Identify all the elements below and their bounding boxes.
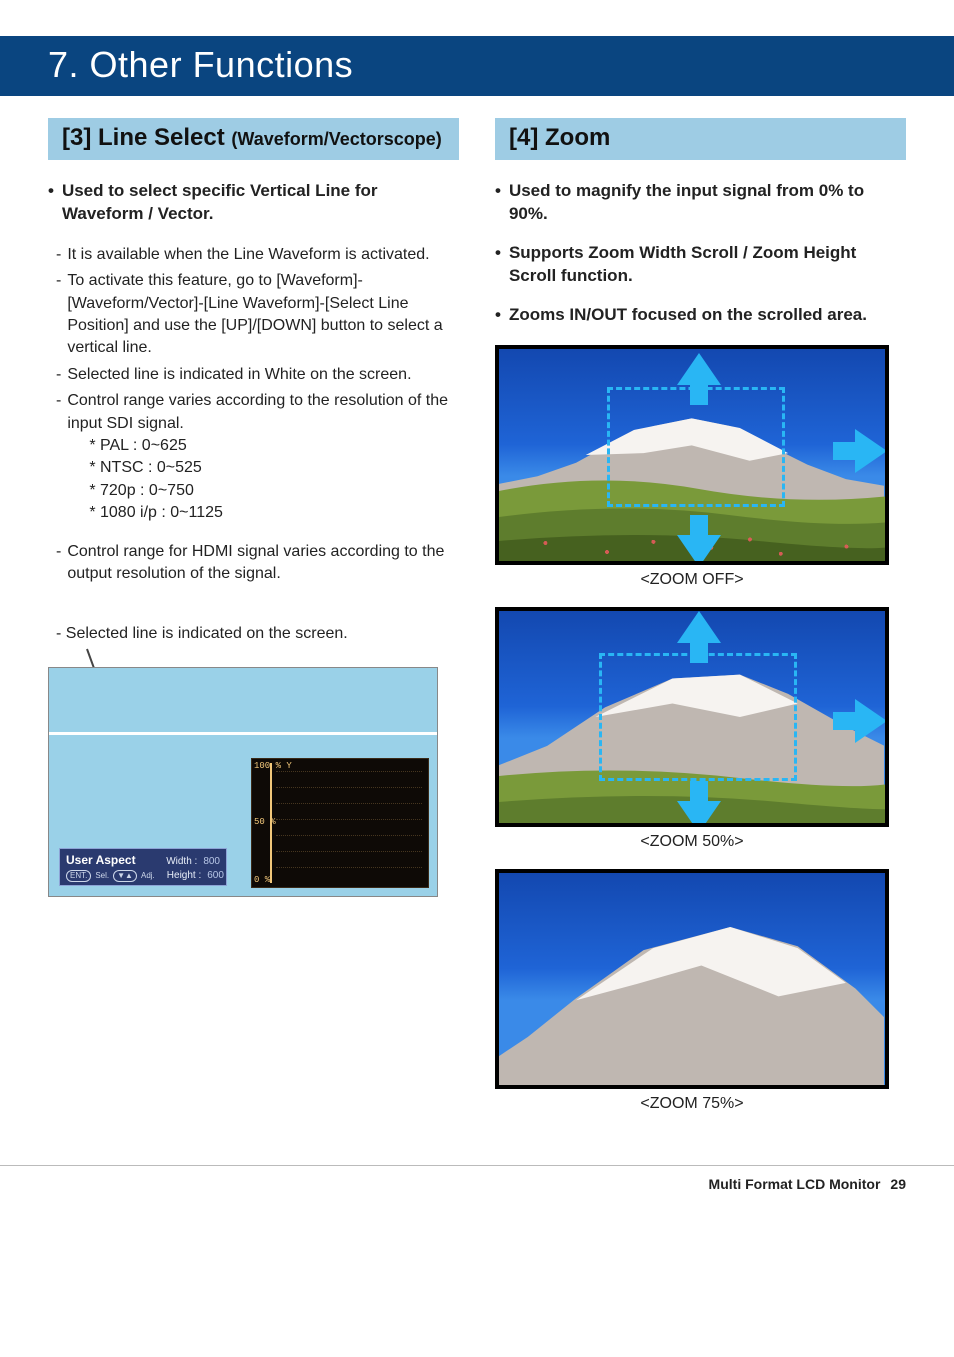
arrow-right-icon	[855, 429, 887, 473]
page: 7. Other Functions [3] Line Select (Wave…	[0, 0, 954, 1252]
zoom-region-box	[599, 653, 797, 781]
zoom-75-image	[495, 869, 889, 1089]
sublist-line-select: It is available when the Line Waveform i…	[56, 244, 459, 525]
arrows-pill: ▼▲	[113, 870, 137, 882]
subheading-line-select: [3] Line Select (Waveform/Vectorscope)	[48, 118, 459, 160]
arrow-up-icon	[677, 611, 721, 643]
arrow-down-icon	[677, 535, 721, 565]
footer-page-number: 29	[890, 1176, 906, 1192]
osd-title: User Aspect	[66, 853, 136, 869]
zoom-75-figure: <ZOOM 75%>	[495, 869, 889, 1125]
zoom-caption: <ZOOM 75%>	[495, 1089, 889, 1125]
waveform-overlay: 100 % Y 50 % 0 %	[251, 758, 429, 888]
zoom-off-figure: <ZOOM OFF>	[495, 345, 889, 601]
subheading-main: [3] Line Select	[62, 124, 225, 151]
osd-overlay: User Aspect Width : 800 ENT. Sel. ▼▲ Adj…	[59, 848, 227, 886]
sub-item: It is available when the Line Waveform i…	[67, 244, 429, 266]
column-left: [3] Line Select (Waveform/Vectorscope) U…	[48, 118, 459, 1131]
osd-height-label: Height :	[167, 869, 201, 882]
range-list: PAL : 0~625 NTSC : 0~525 720p : 0~750 10…	[67, 435, 459, 525]
hdmi-note-list: Control range for HDMI signal varies acc…	[56, 541, 459, 586]
range-item: 1080 i/p : 0~1125	[89, 502, 459, 524]
zoom-caption: <ZOOM OFF>	[495, 565, 889, 601]
footer-product: Multi Format LCD Monitor	[709, 1176, 881, 1192]
zoom-bullet: Supports Zoom Width Scroll / Zoom Height…	[509, 242, 902, 288]
zoom-caption: <ZOOM 50%>	[495, 827, 889, 863]
zoom-off-image	[495, 345, 889, 565]
adj-hint: Adj.	[141, 871, 155, 881]
column-right: [4] Zoom Used to magnify the input signa…	[495, 118, 906, 1131]
zoom-bullets: Used to magnify the input signal from 0%…	[495, 180, 906, 327]
zoom-50-figure: <ZOOM 50%>	[495, 607, 889, 863]
zoom-bullet: Zooms IN/OUT focused on the scrolled are…	[509, 304, 867, 327]
arrow-right-icon	[855, 699, 887, 743]
sub-item: Selected line is indicated in White on t…	[67, 364, 411, 386]
line-select-figure: 100 % Y 50 % 0 % User Aspect	[48, 649, 438, 897]
page-footer: Multi Format LCD Monitor 29	[0, 1166, 954, 1192]
range-item: PAL : 0~625	[89, 435, 459, 457]
lead-bullet-list: Used to select specific Vertical Line fo…	[48, 180, 459, 226]
wave-label-50: 50 %	[254, 817, 276, 827]
wave-label-100: 100 % Y	[254, 761, 292, 771]
sub-item: Control range varies according to the re…	[67, 392, 448, 431]
arrow-down-icon	[677, 801, 721, 827]
range-item: NTSC : 0~525	[89, 457, 459, 479]
ent-pill: ENT.	[66, 870, 91, 882]
subheading-zoom: [4] Zoom	[495, 118, 906, 160]
osd-width-label: Width :	[166, 855, 197, 868]
chapter-title: 7. Other Functions	[0, 44, 954, 86]
lead-bullet: Used to select specific Vertical Line fo…	[62, 180, 455, 226]
subheading-paren: (Waveform/Vectorscope)	[231, 129, 441, 149]
zoom-50-image	[495, 607, 889, 827]
wave-label-0: 0 %	[254, 875, 270, 885]
osd-height-value: 600	[207, 869, 224, 882]
osd-hint: ENT. Sel. ▼▲ Adj.	[66, 870, 155, 882]
sub-item: To activate this feature, go to [Wavefor…	[67, 270, 459, 360]
columns: [3] Line Select (Waveform/Vectorscope) U…	[48, 118, 906, 1131]
selected-line-indicator	[49, 732, 437, 735]
hdmi-note: Control range for HDMI signal varies acc…	[67, 541, 459, 586]
zoom-bullet: Used to magnify the input signal from 0%…	[509, 180, 902, 226]
osd-width-value: 800	[203, 855, 220, 868]
arrow-up-icon	[677, 353, 721, 385]
chapter-title-bar: 7. Other Functions	[0, 36, 954, 96]
range-item: 720p : 0~750	[89, 480, 459, 502]
sel-hint: Sel.	[95, 871, 109, 881]
monitor-screen: 100 % Y 50 % 0 % User Aspect	[48, 667, 438, 897]
screen-caption: - Selected line is indicated on the scre…	[56, 625, 459, 643]
mountain-icon	[499, 873, 884, 1085]
zoom-region-box	[607, 387, 785, 507]
